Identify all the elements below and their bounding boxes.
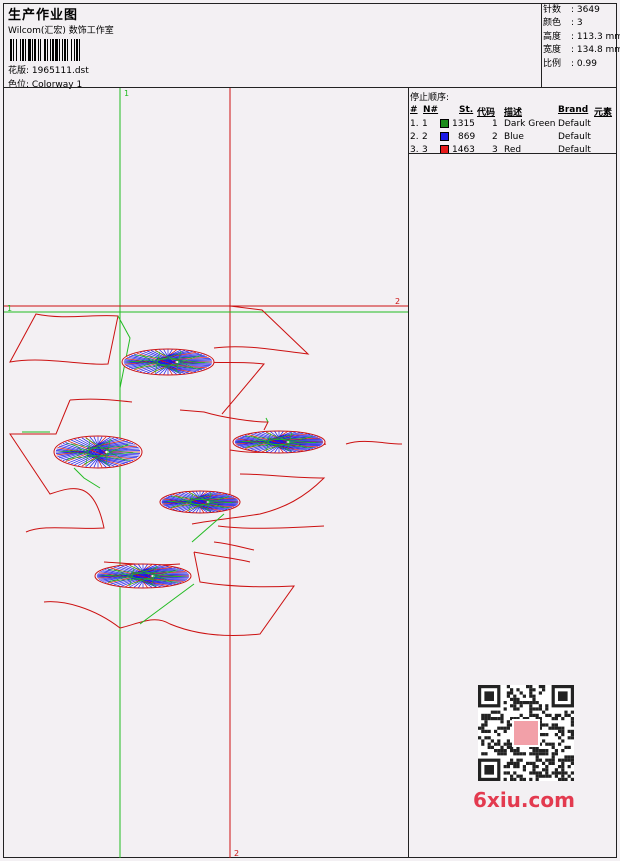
design-file: 花版: 1965111.dst bbox=[8, 66, 89, 76]
jump-connector bbox=[139, 583, 195, 625]
design-stats: 针数: 3649 颜色: 3 高度: 113.3 mm 宽度: 134.8 mm… bbox=[543, 4, 620, 71]
table-row: 2. 2 869 2 Blue Default bbox=[410, 132, 591, 142]
table-row: 3. 3 1463 3 Red Default bbox=[410, 145, 591, 155]
studio-name: Wilcom(汇宏) 数饰工作室 bbox=[8, 26, 114, 36]
stat-scale: 比例: 0.99 bbox=[543, 58, 597, 69]
leaf-stitch bbox=[217, 525, 325, 529]
flower-motifs bbox=[53, 348, 326, 589]
leaf-outline bbox=[9, 313, 119, 365]
stat-width: 宽度: 134.8 mm bbox=[543, 45, 620, 56]
flower-motif bbox=[232, 430, 326, 454]
col-code: 代码 bbox=[477, 108, 496, 118]
watermark: 6xiu.com bbox=[470, 680, 585, 812]
stop-table-bottom-rule bbox=[409, 153, 617, 154]
watermark-brand: 6xiu.com bbox=[473, 788, 575, 812]
table-row: 1. 1 1315 1 Dark Green Default bbox=[410, 119, 591, 129]
stat-stitches: 针数: 3649 bbox=[543, 5, 600, 15]
flower-motif bbox=[159, 490, 241, 514]
color-swatch bbox=[440, 132, 449, 141]
leaf-stitch bbox=[345, 440, 403, 445]
barcode-icon bbox=[10, 39, 146, 61]
flower-motif bbox=[121, 348, 215, 376]
flower-motif bbox=[53, 435, 143, 469]
col-num: # bbox=[410, 105, 418, 115]
col-element: 元素 bbox=[594, 108, 613, 118]
guide-label-v2: 2 bbox=[234, 849, 239, 858]
col-brand: Brand bbox=[558, 105, 589, 115]
header-divider bbox=[541, 3, 542, 88]
guide-label-h1: 1 bbox=[7, 304, 12, 313]
stop-sequence-table: 停止顺序: # N# St. 代码 描述 Brand 元素 1. 1 1315 … bbox=[410, 90, 616, 157]
qr-code-icon bbox=[478, 685, 574, 781]
guide-label-h2: 2 bbox=[395, 297, 400, 306]
leaf-outline bbox=[213, 305, 310, 355]
side-panel-divider bbox=[408, 88, 409, 858]
jump-connector bbox=[265, 417, 269, 423]
jump-connector bbox=[73, 467, 101, 489]
guide-label-v1: 1 bbox=[124, 89, 129, 98]
jump-connector bbox=[191, 513, 225, 543]
col-stitches: St. bbox=[459, 105, 474, 115]
col-no: N# bbox=[423, 105, 439, 115]
embroidery-preview: 1 2 1 2 bbox=[4, 88, 408, 858]
stat-colors: 颜色: 3 bbox=[543, 18, 583, 29]
leaf-stitch bbox=[213, 541, 255, 551]
color-swatch bbox=[440, 119, 449, 128]
design-canvas: 1 2 1 2 bbox=[4, 88, 408, 858]
header: 生产作业图 Wilcom(汇宏) 数饰工作室 花版: 1965111.dst 色… bbox=[5, 4, 535, 90]
stop-sequence-header: # N# St. 代码 描述 Brand 元素 bbox=[410, 105, 616, 118]
flower-motif bbox=[94, 563, 192, 589]
page-title: 生产作业图 bbox=[8, 8, 79, 23]
col-desc: 描述 bbox=[504, 108, 523, 118]
stop-sequence-title: 停止顺序: bbox=[410, 93, 450, 103]
stat-height: 高度: 113.3 mm bbox=[543, 31, 620, 42]
